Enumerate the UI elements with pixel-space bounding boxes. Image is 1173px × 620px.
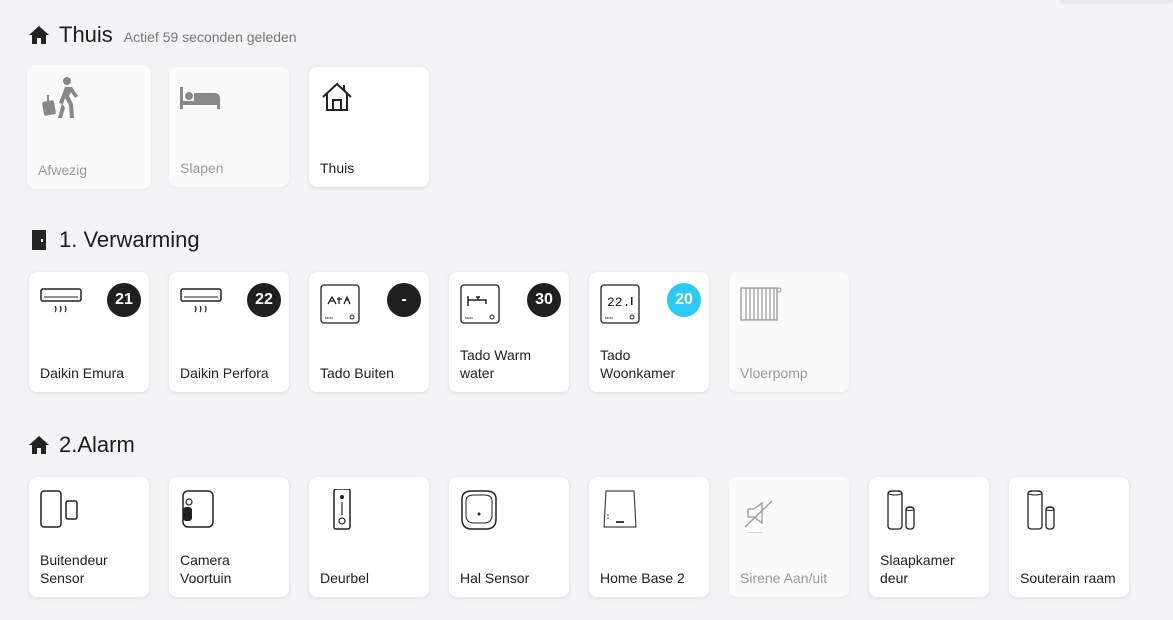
device-label: Sirene Aan/uit	[740, 570, 828, 586]
section-title: 1. Verwarming	[59, 227, 200, 252]
device-label: Tado Buiten	[320, 365, 394, 381]
device-label: Slaapkamer deur	[880, 552, 955, 586]
device-tile-hal-sensor[interactable]: Hal Sensor	[449, 477, 569, 597]
camera-icon	[180, 489, 224, 533]
radiator-icon	[740, 284, 784, 328]
home-base-icon	[600, 489, 644, 533]
doorbell-icon	[320, 488, 364, 533]
airco-icon	[40, 284, 84, 328]
top-edge-decoration	[1060, 0, 1173, 4]
temperature-badge: 21	[107, 283, 141, 317]
section-title: 2.Alarm	[59, 432, 135, 457]
section-status: Actief 59 seconden geleden	[123, 28, 297, 45]
temperature-badge: 30	[527, 283, 561, 317]
section-header-alarm: 2.Alarm	[28, 432, 135, 458]
temperature-badge: 22	[247, 283, 281, 317]
device-tile-vloerpomp[interactable]: Vloerpomp	[729, 272, 849, 392]
device-tile-tado-woonkamer[interactable]: 22. tado 20 Tado Woonkamer	[589, 272, 709, 392]
device-tile-deurbel[interactable]: Deurbel	[309, 477, 429, 597]
motion-sensor-icon	[460, 489, 504, 533]
person-walking-luggage-icon	[38, 75, 82, 119]
device-tile-daikin-emura[interactable]: 21 Daikin Emura	[29, 272, 149, 392]
siren-muted-icon	[740, 489, 784, 534]
tado-display-icon: 22. tado	[600, 284, 644, 328]
device-tile-tado-buiten[interactable]: tado - Tado Buiten	[309, 272, 429, 392]
device-label: Home Base 2	[600, 570, 685, 586]
mode-label: Afwezig	[38, 162, 88, 178]
house-icon	[28, 434, 50, 456]
device-tile-buitendeur-sensor[interactable]: Buitendeur Sensor	[29, 477, 149, 597]
svg-text:tado: tado	[325, 315, 334, 320]
device-tile-sirene[interactable]: Sirene Aan/uit	[729, 477, 849, 597]
device-label: Daikin Perfora	[180, 365, 269, 381]
door-sensor-icon	[40, 489, 84, 533]
device-label: Vloerpomp	[740, 365, 808, 381]
device-label: Souterain raam	[1020, 570, 1116, 586]
bed-icon	[180, 79, 224, 123]
section-title: Thuis	[59, 22, 113, 47]
device-label: Daikin Emura	[40, 365, 125, 381]
temperature-badge: 20	[667, 283, 701, 317]
svg-text:tado: tado	[605, 315, 614, 320]
svg-text:tado: tado	[465, 315, 474, 320]
contact-sensor-icon	[880, 489, 924, 533]
house-icon	[28, 24, 50, 46]
mode-label: Slapen	[180, 160, 224, 176]
device-tile-home-base-2[interactable]: Home Base 2	[589, 477, 709, 597]
section-header-thuis: Thuis Actief 59 seconden geleden	[28, 22, 297, 48]
tado-thermostat-icon: tado	[320, 284, 364, 328]
device-label: Buitendeur Sensor	[40, 552, 108, 586]
tado-tap-icon: tado	[460, 284, 504, 328]
svg-text:22.: 22.	[607, 295, 630, 310]
contact-sensor-icon	[1020, 489, 1064, 533]
mode-label: Thuis	[320, 160, 355, 176]
device-label: Tado Woonkamer	[600, 347, 676, 381]
device-label: Camera Voortuin	[180, 552, 232, 586]
house-outline-icon	[320, 79, 364, 123]
device-tile-souterain-raam[interactable]: Souterain raam	[1009, 477, 1129, 597]
mode-tile-thuis[interactable]: Thuis	[309, 67, 429, 187]
mode-tile-slapen[interactable]: Slapen	[169, 67, 289, 187]
section-header-verwarming: 1. Verwarming	[28, 227, 200, 253]
airco-icon	[180, 284, 224, 328]
device-tile-slaapkamer-deur[interactable]: Slaapkamer deur	[869, 477, 989, 597]
device-label: Hal Sensor	[460, 570, 530, 586]
device-label: Tado Warm water	[460, 347, 532, 381]
door-icon	[28, 229, 50, 251]
device-tile-camera-voortuin[interactable]: Camera Voortuin	[169, 477, 289, 597]
device-label: Deurbel	[320, 570, 370, 586]
device-tile-daikin-perfora[interactable]: 22 Daikin Perfora	[169, 272, 289, 392]
mode-tile-afwezig[interactable]: Afwezig	[27, 65, 151, 189]
device-tile-tado-warm-water[interactable]: tado 30 Tado Warm water	[449, 272, 569, 392]
temperature-badge: -	[387, 283, 421, 317]
